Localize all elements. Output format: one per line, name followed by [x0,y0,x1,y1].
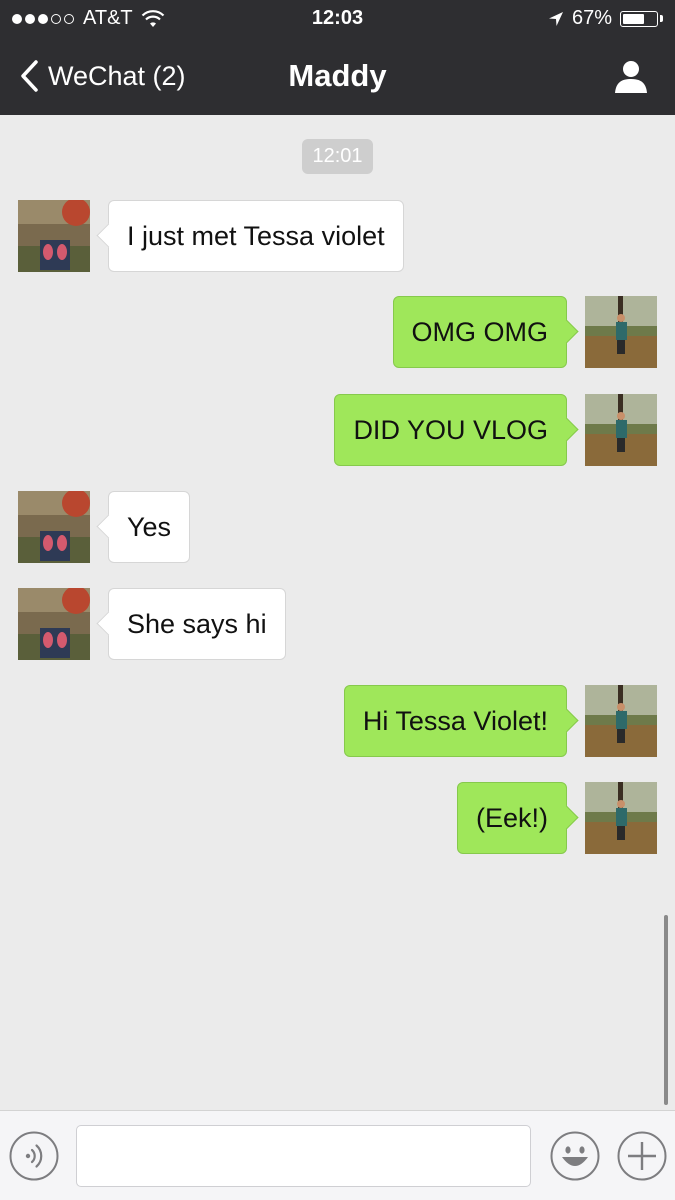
chat-area[interactable]: 12:01 I just met Tessa violet OMG OMG DID … [0,115,675,1110]
message-row: DID YOU VLOG [0,394,675,466]
battery-info: 67% [548,7,663,30]
message-timestamp: 12:01 [302,139,373,174]
contact-avatar[interactable] [18,200,90,272]
message-row: I just met Tessa violet [0,200,675,272]
contact-avatar[interactable] [18,491,90,563]
battery-icon [620,10,658,27]
message-row: Hi Tessa Violet! [0,685,675,757]
message-input[interactable] [76,1125,531,1187]
battery-percentage: 67% [571,7,612,29]
received-message-bubble[interactable]: I just met Tessa violet [108,200,404,272]
user-avatar[interactable] [585,685,657,757]
header: AT&T 12:03 67% WeChat (2) Maddy [0,0,675,115]
user-avatar[interactable] [585,296,657,368]
sent-message-bubble[interactable]: (Eek!) [456,782,567,854]
user-avatar[interactable] [585,394,657,466]
nav-bar: WeChat (2) Maddy [0,38,675,115]
voice-icon[interactable] [9,1131,59,1181]
smiley-icon[interactable] [550,1131,600,1181]
input-bar [0,1110,675,1200]
plus-icon[interactable] [617,1131,667,1181]
person-icon[interactable] [613,58,649,94]
sent-message-bubble[interactable]: DID YOU VLOG [334,394,567,466]
location-arrow-icon [548,11,563,26]
user-avatar[interactable] [585,782,657,854]
received-message-bubble[interactable]: She says hi [108,588,286,660]
status-bar: AT&T 12:03 67% [0,0,675,38]
message-row: Yes [0,491,675,563]
scrollbar[interactable] [664,915,668,1105]
sent-message-bubble[interactable]: OMG OMG [392,296,567,368]
message-row: OMG OMG [0,296,675,368]
message-row: She says hi [0,588,675,660]
received-message-bubble[interactable]: Yes [108,491,191,563]
chat-title: Maddy [288,58,387,93]
contact-avatar[interactable] [18,588,90,660]
message-row: (Eek!) [0,782,675,854]
sent-message-bubble[interactable]: Hi Tessa Violet! [343,685,567,757]
